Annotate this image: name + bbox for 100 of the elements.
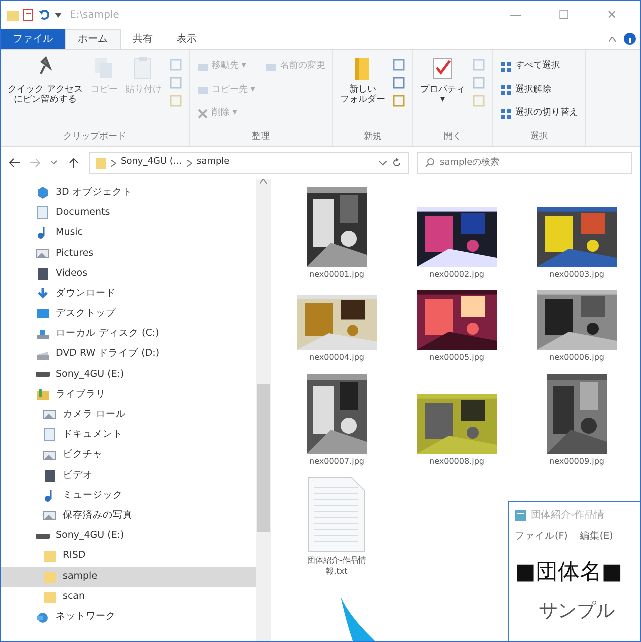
ribbon-icon-button[interactable] <box>392 58 406 72</box>
tree-item[interactable]: Sony_4GU (E:) <box>1 526 256 546</box>
nav-button[interactable] <box>9 158 21 168</box>
folder-icon <box>43 549 57 564</box>
ribbon-button[interactable]: 新しい フォルダー <box>339 54 386 108</box>
notepad-window[interactable]: 団体紹介-作品情 ファイル(F) 編集(E) ■団体名■ サンプル <box>508 501 640 641</box>
tree-item[interactable]: Music <box>1 223 256 244</box>
scroll-up-icon[interactable] <box>260 179 267 184</box>
file-item[interactable]: nex00007.jpg <box>277 374 397 468</box>
group-label: 新規 <box>362 130 383 144</box>
library-icon <box>36 388 50 402</box>
file-item[interactable]: nex00009.jpg <box>517 374 637 468</box>
refresh-icon[interactable] <box>392 158 402 168</box>
film-icon <box>43 468 57 483</box>
group-label: 選択 <box>529 130 550 144</box>
ribbon-button[interactable]: すべて選択 <box>499 58 580 76</box>
tree-item[interactable]: Sony_4GU (E:) <box>1 364 256 385</box>
file-item[interactable]: 団体紹介-作品情報.txt <box>277 477 397 577</box>
tree-item[interactable]: scan <box>1 586 256 607</box>
tree-item[interactable]: sample <box>1 566 256 587</box>
curved-arrow-shape <box>339 597 375 641</box>
text-line: ■団体名■ <box>514 559 624 588</box>
tree-item[interactable]: ライブラリ <box>1 384 256 406</box>
caret-icon[interactable] <box>55 12 62 18</box>
drive-icon <box>36 534 50 539</box>
tree-item[interactable]: RISD <box>1 546 256 567</box>
file-item[interactable]: nex00002.jpg <box>397 187 517 280</box>
tree-item[interactable]: 保存済みの写真 <box>1 506 256 526</box>
tree-item[interactable]: Documents <box>1 203 256 224</box>
tree-item[interactable]: ドキュメント <box>1 425 256 446</box>
folder-icon <box>43 570 57 584</box>
window-title: 団体紹介-作品情 <box>531 508 605 522</box>
document-icon <box>43 428 57 442</box>
file-item[interactable]: nex00008.jpg <box>397 374 517 468</box>
collapse-icon[interactable] <box>609 36 616 42</box>
picture-icon <box>36 246 50 261</box>
tree-item[interactable]: DVD RW ドライブ (D:) <box>1 344 256 365</box>
nav-button[interactable] <box>69 158 81 168</box>
checkmark-icon <box>430 56 455 82</box>
text-line: サンプル <box>538 599 616 624</box>
document-icon[interactable] <box>23 9 35 21</box>
tree-item[interactable]: ミュージック <box>1 486 256 506</box>
small-square-icon <box>392 94 406 108</box>
small-square-icon <box>472 94 486 108</box>
file-item[interactable]: nex00004.jpg <box>277 290 397 364</box>
help-icon[interactable] <box>624 33 636 45</box>
picture-icon <box>43 509 57 524</box>
ribbon-button[interactable]: クイック アクセス にピン留めする <box>7 54 84 108</box>
search-icon <box>425 158 435 168</box>
tree-item[interactable]: ピクチャ <box>1 445 256 466</box>
document-icon <box>36 206 50 220</box>
ribbon-tab[interactable]: 表示 <box>165 29 209 49</box>
path-segment[interactable]: sample <box>197 156 230 170</box>
scrollbar[interactable] <box>256 179 271 641</box>
ribbon-icon-button[interactable] <box>392 76 406 90</box>
ribbon-button[interactable]: 選択の切り替え <box>499 105 580 122</box>
tree-item[interactable]: ダウンロード <box>1 284 256 304</box>
small-square-icon <box>392 58 406 72</box>
network-icon <box>36 610 50 624</box>
picture-icon <box>43 408 57 422</box>
tree-item[interactable]: Videos <box>1 264 256 284</box>
group-label: 整理 <box>251 130 272 144</box>
file-item[interactable]: nex00005.jpg <box>397 290 517 364</box>
tree-item[interactable]: デスクトップ <box>1 304 256 324</box>
file-item[interactable]: nex00006.jpg <box>517 290 637 364</box>
small-square-icon <box>168 58 183 72</box>
path-segment[interactable]: Sony_4GU (... <box>121 156 182 170</box>
search-field[interactable]: sampleの検索 <box>417 152 632 174</box>
file-tab[interactable]: ファイル <box>1 29 65 49</box>
group-label: クリップボード <box>62 130 128 144</box>
ribbon-tab[interactable]: ホーム <box>65 29 121 49</box>
delete-icon <box>196 108 209 120</box>
drive-icon <box>36 372 50 378</box>
download-icon <box>36 287 50 302</box>
text-file-icon <box>308 477 366 554</box>
tree-item[interactable]: ローカル ディスク (C:) <box>1 324 256 344</box>
ribbon-tab[interactable]: 共有 <box>121 29 165 49</box>
group-label: 開く <box>442 130 463 144</box>
chevron-icon <box>111 160 116 166</box>
notepad-icon <box>515 509 526 521</box>
file-item[interactable]: nex00001.jpg <box>277 187 397 280</box>
ribbon-button[interactable]: プロパティ ▾ <box>419 54 466 108</box>
tree-item[interactable]: ネットワーク <box>1 606 256 628</box>
drive-icon <box>36 327 50 342</box>
small-square-icon <box>472 58 486 72</box>
forward-arrow-icon <box>29 158 41 168</box>
tree-item[interactable]: 3D オブジェクト <box>1 183 256 204</box>
window-title: E:\sample <box>70 8 120 22</box>
ribbon-icon-button[interactable] <box>392 94 406 108</box>
file-item[interactable]: nex00003.jpg <box>517 187 637 280</box>
dropdown-icon[interactable] <box>379 160 387 166</box>
undo-icon[interactable] <box>39 9 51 21</box>
small-square-icon <box>168 94 183 108</box>
tree-item[interactable]: ビデオ <box>1 466 256 486</box>
menu-item[interactable]: ファイル(F) <box>515 530 568 544</box>
menu-item[interactable]: 編集(E) <box>580 530 614 544</box>
ribbon-button[interactable]: 選択解除 <box>499 82 580 99</box>
address-bar[interactable]: Sony_4GU (... sample <box>89 152 409 174</box>
tree-item[interactable]: カメラ ロール <box>1 405 256 426</box>
tree-item[interactable]: Pictures <box>1 244 256 264</box>
